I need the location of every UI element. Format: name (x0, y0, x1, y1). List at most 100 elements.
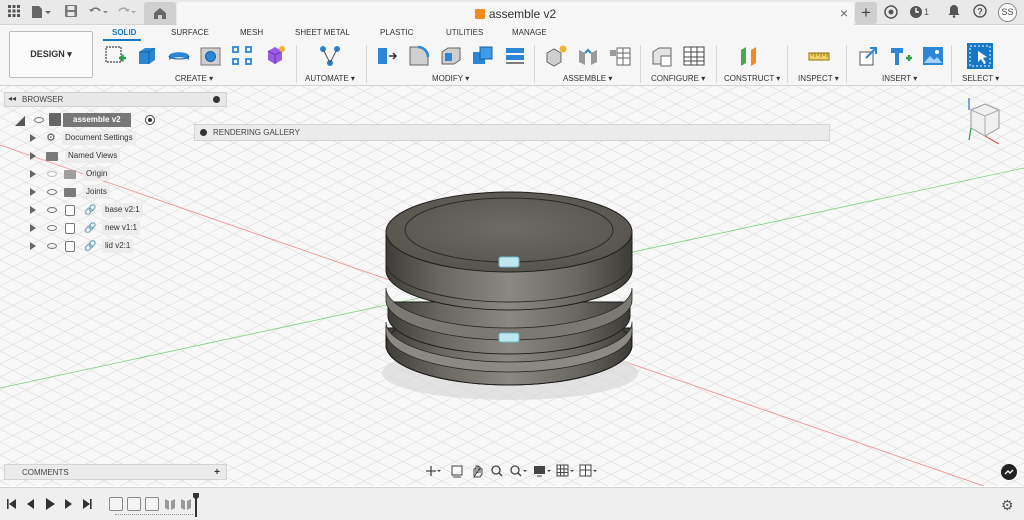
expand-triangle-icon[interactable] (30, 188, 36, 196)
combine-icon[interactable] (471, 44, 493, 66)
browser-panel-header[interactable]: ◂◂ BROWSER (4, 92, 227, 107)
document-tab[interactable]: assemble v2 × (177, 2, 854, 25)
tree-item-origin[interactable]: Origin (0, 167, 200, 183)
tree-item-joints[interactable]: Joints (0, 185, 200, 201)
extensions-icon[interactable] (883, 4, 899, 20)
look-at-icon[interactable] (451, 465, 463, 478)
select-icon[interactable] (966, 42, 994, 70)
step-forward-icon[interactable] (65, 499, 72, 509)
visibility-icon[interactable] (47, 189, 57, 195)
tab-solid[interactable]: SOLID (112, 28, 136, 37)
orbit-icon[interactable] (426, 466, 441, 476)
visibility-icon[interactable] (47, 207, 57, 213)
insert-derive-icon[interactable] (856, 44, 878, 66)
expand-triangle-icon[interactable] (30, 170, 36, 178)
pattern-icon[interactable] (231, 44, 253, 66)
revolve-icon[interactable] (167, 44, 190, 66)
joint-icon[interactable] (576, 44, 598, 66)
insert-menu[interactable]: INSERT ▾ (882, 74, 917, 83)
expand-triangle-icon[interactable] (30, 134, 36, 142)
add-comment-icon[interactable]: + (214, 467, 220, 478)
new-component-icon[interactable] (544, 44, 567, 67)
timeline-marker[interactable] (193, 493, 199, 517)
file-menu-icon[interactable] (30, 4, 52, 20)
tab-sheet-metal[interactable]: SHEET METAL (295, 28, 350, 37)
timeline-step-icon[interactable] (145, 497, 159, 511)
select-menu[interactable]: SELECT ▾ (962, 74, 999, 83)
automate-icon[interactable] (318, 44, 340, 66)
create-sketch-icon[interactable] (104, 44, 126, 66)
tree-item-document-settings[interactable]: ⚙ Document Settings (0, 131, 200, 147)
visibility-icon[interactable] (47, 225, 57, 231)
expand-triangle-icon[interactable] (30, 224, 36, 232)
visibility-hidden-icon[interactable] (47, 171, 57, 177)
panel-options-icon[interactable] (213, 96, 220, 103)
tree-item-new[interactable]: 🔗 new v1:1 (0, 221, 200, 237)
offset-plane-icon[interactable] (738, 44, 760, 66)
tab-utilities[interactable]: UTILITIES (446, 28, 483, 37)
workspace-switcher[interactable]: DESIGN ▾ (9, 31, 93, 78)
model-body[interactable] (385, 191, 633, 386)
modify-menu[interactable]: MODIFY ▾ (432, 74, 469, 83)
fillet-icon[interactable] (407, 44, 430, 66)
shell-icon[interactable] (439, 44, 461, 66)
viewports-icon[interactable] (579, 464, 597, 477)
collapse-panel-icon[interactable]: ◂◂ (8, 94, 16, 103)
pan-icon[interactable] (473, 465, 483, 478)
viewcube[interactable] (963, 96, 1007, 146)
measure-icon[interactable] (807, 44, 830, 66)
tab-surface[interactable]: SURFACE (171, 28, 209, 37)
expand-dot-icon[interactable] (200, 129, 207, 136)
align-icon[interactable] (503, 44, 525, 66)
new-tab-button[interactable]: + (855, 2, 877, 24)
close-tab-icon[interactable]: × (840, 5, 848, 21)
insert-canvas-icon[interactable] (921, 44, 943, 66)
configure-icon[interactable] (650, 44, 672, 67)
bill-of-materials-icon[interactable] (608, 44, 631, 66)
activate-radio-icon[interactable] (145, 115, 155, 125)
visibility-icon[interactable] (34, 117, 44, 123)
help-icon[interactable]: ? (972, 4, 988, 20)
notifications-icon[interactable] (946, 4, 962, 20)
rendering-gallery-bar[interactable]: RENDERING GALLERY (194, 124, 830, 141)
expand-triangle-icon[interactable] (30, 206, 36, 214)
tab-mesh[interactable]: MESH (240, 28, 263, 37)
job-status-button[interactable]: 1 (909, 4, 933, 20)
tab-plastic[interactable]: PLASTIC (380, 28, 413, 37)
joint-feature-icon[interactable] (179, 496, 193, 512)
expand-triangle-icon[interactable] (30, 152, 36, 160)
undo-icon[interactable] (88, 4, 110, 20)
comments-panel[interactable]: COMMENTS + (4, 464, 227, 480)
save-icon[interactable] (63, 4, 79, 20)
app-grid-icon[interactable] (6, 4, 22, 20)
grid-settings-icon[interactable] (556, 464, 574, 477)
tree-item-base[interactable]: 🔗 base v2:1 (0, 203, 200, 219)
visibility-icon[interactable] (47, 243, 57, 249)
step-back-icon[interactable] (27, 499, 34, 509)
inspect-menu[interactable]: INSPECT ▾ (798, 74, 839, 83)
timeline-settings-icon[interactable]: ⚙ (1001, 497, 1014, 514)
create-menu[interactable]: CREATE ▾ (175, 74, 213, 83)
fit-icon[interactable] (510, 465, 527, 477)
feedback-icon[interactable] (1001, 464, 1017, 480)
zoom-icon[interactable] (491, 465, 503, 477)
assemble-menu[interactable]: ASSEMBLE ▾ (563, 74, 612, 83)
automate-menu[interactable]: AUTOMATE ▾ (305, 74, 355, 83)
extrude-icon[interactable] (135, 44, 157, 66)
tree-item-named-views[interactable]: Named Views (0, 149, 200, 165)
hole-icon[interactable] (199, 44, 221, 66)
timeline-step-icon[interactable] (109, 497, 123, 511)
construct-menu[interactable]: CONSTRUCT ▾ (724, 74, 780, 83)
browser-root-row[interactable]: assemble v2 (10, 113, 170, 129)
expand-triangle-icon[interactable] (30, 242, 36, 250)
home-tab[interactable] (144, 2, 176, 25)
collapse-triangle-icon[interactable] (14, 115, 26, 127)
go-to-start-icon[interactable] (7, 499, 16, 509)
user-avatar[interactable]: SS (998, 3, 1017, 22)
timeline-step-icon[interactable] (127, 497, 141, 511)
configuration-table-icon[interactable] (682, 44, 705, 66)
play-icon[interactable] (46, 498, 55, 510)
press-pull-icon[interactable] (375, 44, 398, 66)
tree-item-lid[interactable]: 🔗 lid v2:1 (0, 239, 200, 255)
tab-manage[interactable]: MANAGE (512, 28, 547, 37)
